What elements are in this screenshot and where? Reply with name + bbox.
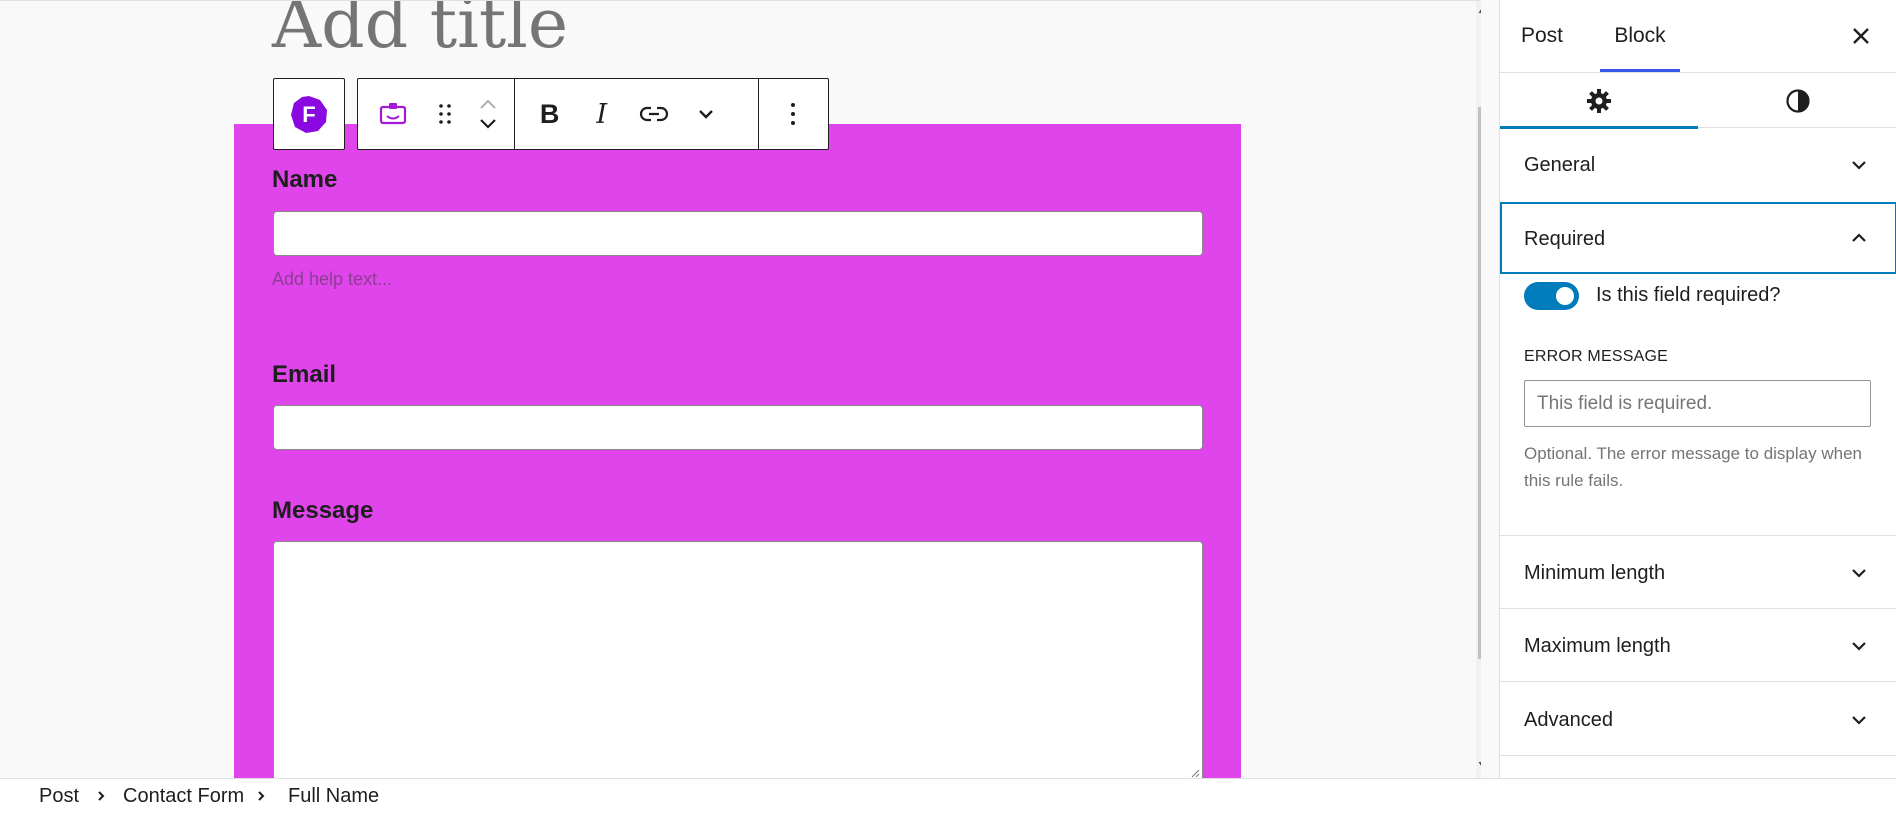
scroll-down-arrow-icon[interactable] (1478, 761, 1481, 769)
breadcrumb-full-name[interactable]: Full Name (288, 785, 379, 808)
options-button[interactable] (759, 79, 828, 149)
chevron-down-icon (1852, 716, 1866, 725)
more-rich-text-button[interactable] (688, 79, 723, 149)
block-toolbar: B I (357, 78, 829, 150)
subtab-styles[interactable] (1698, 73, 1896, 128)
link-icon (639, 106, 668, 122)
panel-advanced-title: Advanced (1524, 709, 1613, 731)
drag-handle[interactable] (427, 79, 462, 149)
panel-maximum-length[interactable]: Maximum length (1500, 608, 1896, 681)
panel-advanced[interactable]: Advanced (1500, 681, 1896, 755)
more-rich-text-icon (698, 110, 713, 119)
email-input[interactable] (273, 405, 1203, 450)
post-title-placeholder[interactable]: Add title (272, 1, 568, 59)
error-message-help: Optional. The error message to display w… (1524, 444, 1862, 490)
form-field-button[interactable] (358, 79, 427, 149)
chevron-down-icon (1852, 161, 1866, 170)
toggle-knob (1556, 287, 1574, 305)
bold-button[interactable]: B (515, 79, 584, 149)
move-buttons (462, 79, 514, 149)
chevron-up-icon (1852, 233, 1866, 242)
name-help-text[interactable]: Add help text... (272, 269, 392, 290)
message-field-label[interactable]: Message (272, 497, 373, 525)
chevron-right-icon (98, 791, 105, 801)
message-textarea[interactable] (273, 541, 1203, 778)
subtab-settings[interactable] (1500, 73, 1698, 129)
panel-required-title: Required (1524, 228, 1606, 250)
email-field-label[interactable]: Email (272, 361, 336, 389)
form-field-icon (379, 103, 406, 125)
breadcrumb-post[interactable]: Post (39, 785, 79, 808)
forminator-letter: F (302, 102, 315, 127)
tab-post[interactable]: Post (1502, 0, 1582, 72)
options-icon (791, 103, 796, 125)
bold-icon: B (539, 98, 560, 129)
contrast-icon (1785, 88, 1810, 113)
editor-canvas: Add title Name Add help text... Email Me… (0, 0, 1481, 778)
resize-grip-icon[interactable] (1190, 768, 1200, 778)
move-up-icon[interactable] (478, 97, 498, 111)
canvas-scrollbar[interactable] (1476, 1, 1481, 778)
scroll-up-arrow-icon[interactable] (1478, 6, 1481, 14)
settings-sidebar: Post Block General Required Is this fiel… (1499, 0, 1896, 778)
panel-maximum-length-title: Maximum length (1524, 635, 1671, 657)
panel-required-header[interactable]: Required (1500, 202, 1896, 274)
panel-minimum-length[interactable]: Minimum length (1500, 535, 1896, 608)
italic-icon: I (596, 98, 608, 130)
block-switcher-group: F (273, 78, 345, 150)
chevron-right-icon (258, 791, 265, 801)
breadcrumb-contact-form[interactable]: Contact Form (123, 785, 244, 808)
error-message-label: ERROR MESSAGE (1524, 348, 1668, 365)
scroll-thumb[interactable] (1478, 107, 1481, 659)
required-toggle-label[interactable]: Is this field required? (1596, 284, 1781, 307)
move-down-icon[interactable] (478, 117, 498, 131)
chevron-down-icon (1852, 642, 1866, 651)
panel-divider (1500, 755, 1896, 756)
drag-handle-icon (438, 104, 451, 124)
panel-general-title: General (1524, 154, 1596, 176)
close-icon[interactable] (1852, 27, 1870, 45)
forminator-f-icon: F (291, 96, 327, 133)
required-toggle[interactable] (1524, 282, 1579, 310)
inspector-subtabs (1500, 72, 1896, 129)
chevron-down-icon (1852, 569, 1866, 578)
block-type-button[interactable]: F (274, 79, 344, 149)
gear-icon (1587, 88, 1611, 113)
form-block[interactable]: Name Add help text... Email Message (234, 124, 1241, 778)
link-button[interactable] (619, 79, 688, 149)
tab-block[interactable]: Block (1600, 0, 1680, 72)
italic-button[interactable]: I (584, 79, 619, 149)
error-message-input[interactable] (1524, 380, 1871, 427)
panel-general[interactable]: General (1500, 128, 1896, 202)
panel-minimum-length-title: Minimum length (1524, 562, 1666, 584)
name-input[interactable] (273, 211, 1203, 256)
name-field-label[interactable]: Name (272, 166, 337, 194)
block-breadcrumb: Post Contact Form Full Name (0, 778, 1896, 813)
